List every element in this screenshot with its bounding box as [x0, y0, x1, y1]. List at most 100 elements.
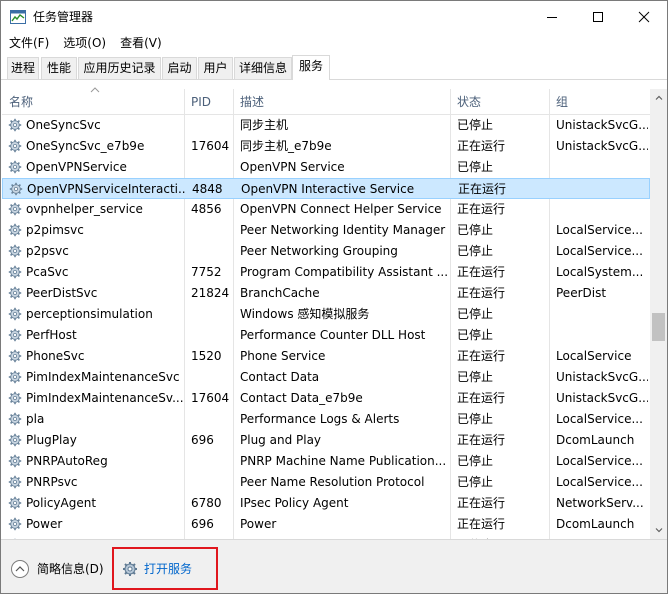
pid-cell: [191, 409, 235, 430]
group-cell: DcomLaunch: [556, 517, 635, 531]
description-cell: Plug and Play: [240, 433, 322, 447]
chevron-up-icon: [655, 95, 662, 100]
group-cell: [557, 179, 649, 200]
group-cell: UnistackSvcG...: [556, 118, 648, 132]
status-cell: 正在运行: [458, 182, 507, 196]
table-row[interactable]: PNRPsvc Peer Name Resolution Protocol 已停止 L…: [2, 472, 650, 493]
service-name-cell: PlugPlay: [26, 433, 77, 447]
pid-cell: [191, 220, 235, 241]
gear-icon: [8, 223, 22, 237]
menu-view[interactable]: 查看(V): [120, 34, 162, 52]
table-row[interactable]: p2psvc Peer Networking Grouping 已停止 LocalSe…: [2, 241, 650, 262]
table-row[interactable]: pla Performance Logs & Alerts 已停止 LocalServ…: [2, 409, 650, 430]
close-button[interactable]: [621, 1, 667, 33]
group-cell: LocalService: [556, 349, 632, 363]
service-name-cell: OpenVPNService: [26, 160, 127, 174]
group-cell: UnistackSvcG...: [556, 139, 648, 153]
pid-cell: 6780: [191, 496, 222, 510]
status-cell: 已停止: [457, 412, 494, 426]
maximize-button[interactable]: [575, 1, 621, 33]
table-row[interactable]: PcaSvc 7752 Program Compatibility Assistan…: [2, 262, 650, 283]
group-cell: LocalService...: [556, 412, 643, 426]
table-row[interactable]: Power 696 Power 正在运行 DcomLaunch: [2, 514, 650, 535]
scroll-down-button[interactable]: [650, 522, 667, 539]
scroll-up-button[interactable]: [650, 89, 667, 106]
table-row[interactable]: OpenVPNService OpenVPN Service 已停止: [2, 157, 650, 178]
table-row[interactable]: OneSyncSvc 同步主机 已停止 UnistackSvcG...: [2, 115, 650, 136]
status-cell: 已停止: [457, 307, 494, 321]
gear-icon: [8, 160, 22, 174]
open-services-link[interactable]: 打开服务: [112, 547, 218, 590]
group-cell: LocalService...: [556, 475, 643, 489]
table-row[interactable]: PimIndexMaintenanceSv... 17604 Contact Dat…: [2, 388, 650, 409]
status-cell: 正在运行: [457, 202, 506, 216]
scrollbar-thumb[interactable]: [652, 313, 665, 341]
description-cell: Performance Logs & Alerts: [240, 412, 400, 426]
description-cell: Peer Name Resolution Protocol: [240, 475, 425, 489]
table-row[interactable]: PlugPlay 696 Plug and Play 正在运行 DcomLaunch: [2, 430, 650, 451]
status-cell: 正在运行: [457, 496, 506, 510]
status-cell: 正在运行: [457, 349, 506, 363]
gear-icon: [8, 265, 22, 279]
column-header-pid[interactable]: PID: [184, 91, 234, 113]
table-row[interactable]: PimIndexMaintenanceSvc Contact Data 已停止 Uni…: [2, 367, 650, 388]
pid-cell: [191, 451, 235, 472]
table-row[interactable]: perceptionsimulation Windows 感知模拟服务 已停止: [2, 304, 650, 325]
table-row[interactable]: PeerDistSvc 21824 BranchCache 正在运行 PeerDist: [2, 283, 650, 304]
less-details-label: 简略信息(D): [37, 562, 104, 576]
description-cell: Performance Counter DLL Host: [240, 328, 426, 342]
status-cell: 正在运行: [457, 391, 506, 405]
tab-users[interactable]: 用户: [198, 57, 233, 79]
service-name-cell: OneSyncSvc: [26, 118, 101, 132]
tab-startup[interactable]: 启动: [162, 57, 197, 79]
table-row[interactable]: OneSyncSvc_e7b9e 17604 同步主机_e7b9e 正在运行 Unist…: [2, 136, 650, 157]
table-row-selected[interactable]: OpenVPNServiceInteracti... 4848 OpenVPN In…: [2, 178, 650, 199]
gear-icon: [8, 412, 22, 426]
description-cell: Contact Data_e7b9e: [240, 391, 363, 405]
table-row[interactable]: ovpnhelper_service 4856 OpenVPN Connect He…: [2, 199, 650, 220]
table-row[interactable]: p2pimsvc Peer Networking Identity Manager…: [2, 220, 650, 241]
group-cell: LocalService...: [556, 223, 643, 237]
service-name-cell: PerfHost: [26, 328, 77, 342]
table-row[interactable]: PNRPAutoReg PNRP Machine Name Publication…: [2, 451, 650, 472]
minimize-button[interactable]: [529, 1, 575, 33]
title-bar[interactable]: 任务管理器: [1, 1, 667, 33]
column-header-name[interactable]: 名称: [2, 91, 184, 113]
pid-cell: 1520: [191, 349, 222, 363]
menu-file[interactable]: 文件(F): [9, 34, 49, 52]
gear-icon: [8, 391, 22, 405]
tab-app-history[interactable]: 应用历史记录: [78, 57, 161, 79]
description-cell: IPsec Policy Agent: [240, 496, 349, 510]
service-name-cell: PolicyAgent: [26, 496, 97, 510]
tab-details[interactable]: 详细信息: [234, 57, 292, 79]
gear-icon: [8, 517, 22, 531]
menu-bar: 文件(F) 选项(O) 查看(V): [1, 33, 667, 53]
tab-performance[interactable]: 性能: [41, 57, 77, 79]
service-name-cell: Power: [26, 517, 63, 531]
vertical-scrollbar[interactable]: [650, 89, 667, 539]
tab-services[interactable]: 服务: [292, 55, 330, 80]
chevron-up-circle-icon: [11, 560, 29, 578]
column-header-status[interactable]: 状态: [450, 91, 550, 113]
table-row[interactable]: PolicyAgent 6780 IPsec Policy Agent 正在运行 Net…: [2, 493, 650, 514]
description-cell: 同步主机_e7b9e: [240, 139, 332, 153]
status-cell: 已停止: [457, 244, 494, 258]
less-details-button[interactable]: 简略信息(D): [11, 560, 104, 578]
tab-processes[interactable]: 进程: [7, 57, 39, 79]
group-cell: DcomLaunch: [556, 433, 635, 447]
pid-cell: 17604: [191, 139, 230, 153]
status-cell: 正在运行: [457, 265, 506, 279]
gear-icon: [8, 496, 22, 510]
status-cell: 已停止: [457, 454, 494, 468]
table-row[interactable]: PerfHost Performance Counter DLL Host 已停止: [2, 325, 650, 346]
service-name-cell: PimIndexMaintenanceSv...: [26, 391, 184, 405]
column-header-description[interactable]: 描述: [233, 91, 450, 113]
column-header-group[interactable]: 组: [549, 91, 649, 113]
pid-cell: 696: [191, 433, 214, 447]
gear-icon: [8, 433, 22, 447]
table-row[interactable]: PhoneSvc 1520 Phone Service 正在运行 LocalServic…: [2, 346, 650, 367]
service-name-cell: p2pimsvc: [26, 223, 84, 237]
task-manager-app-icon: [10, 10, 26, 24]
menu-options[interactable]: 选项(O): [63, 34, 106, 52]
group-cell: UnistackSvcG...: [556, 391, 648, 405]
